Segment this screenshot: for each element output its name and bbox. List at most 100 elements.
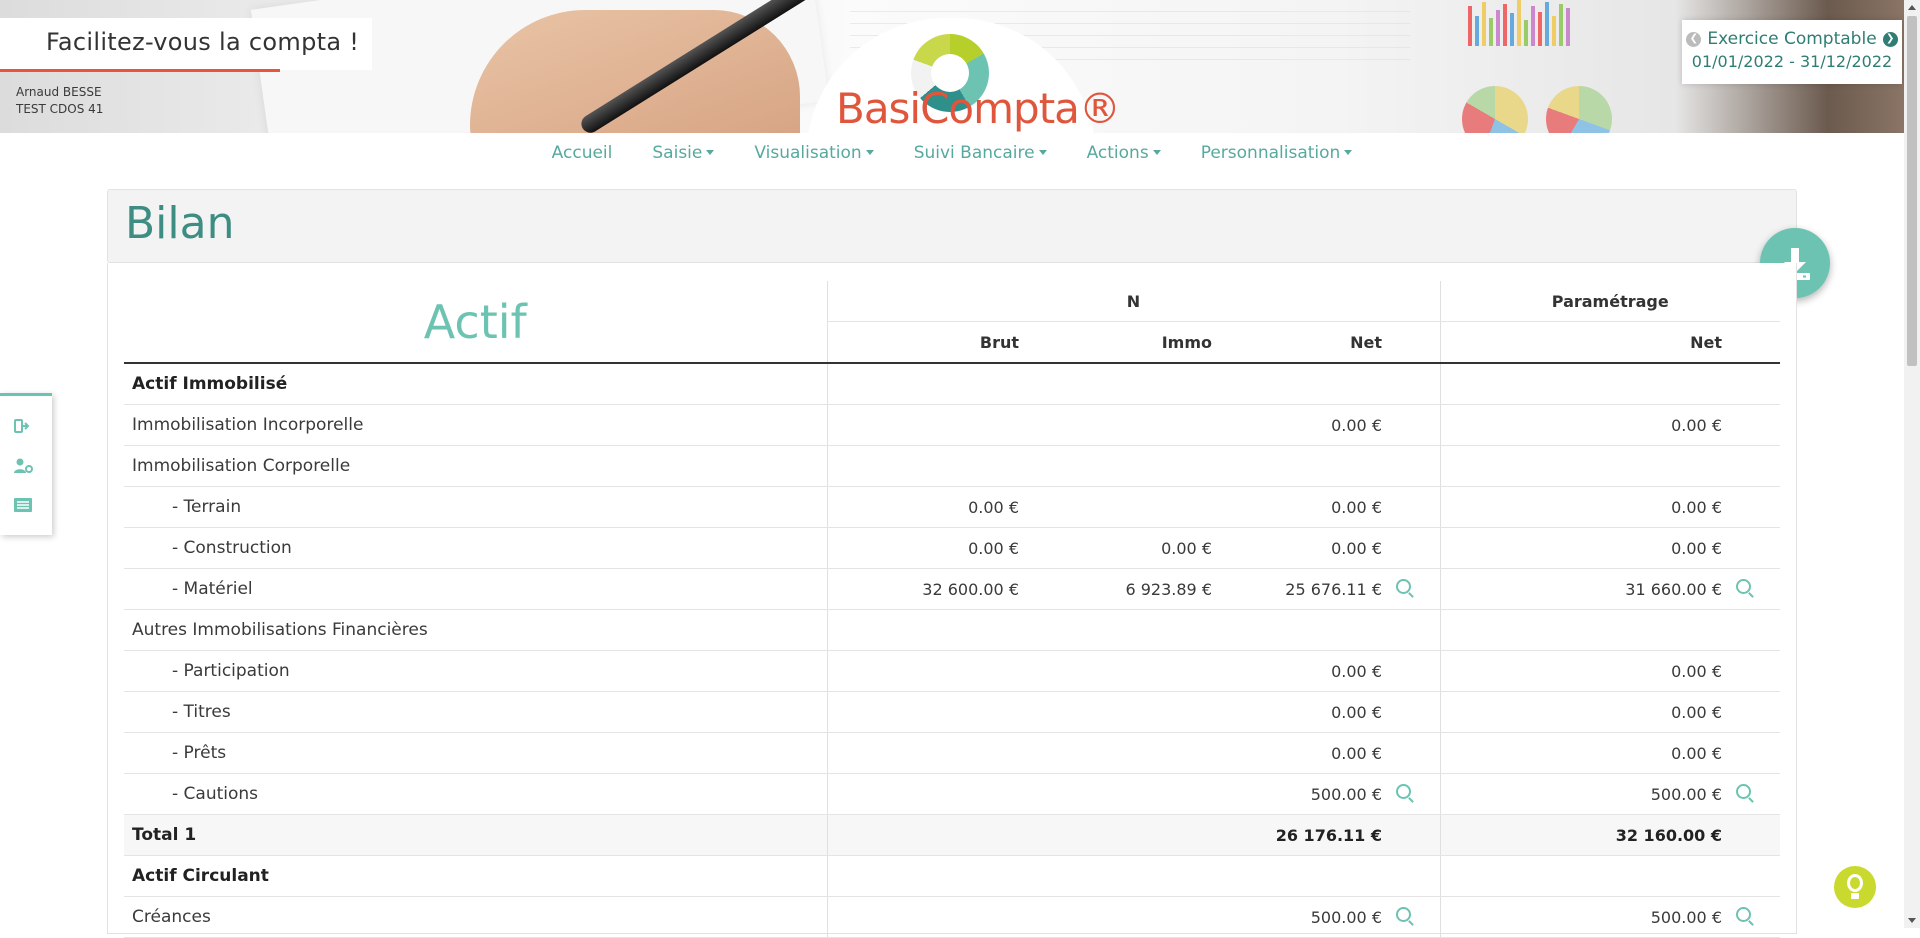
cell-net: 0.00 € [1220,691,1390,733]
column-group-n: N [826,281,1440,322]
cell-net: 500.00 € [1220,896,1390,938]
cell-net [1220,363,1390,405]
cell-net-action [1390,445,1440,487]
cell-param-action [1730,445,1780,487]
nav-saisie[interactable]: Saisie [632,133,734,173]
page-scrollbar[interactable] [1904,0,1920,928]
cell-net [1220,609,1390,651]
table-row: - Participation 0.00 € 0.00 € [124,650,1780,692]
nav-personnalisation[interactable]: Personnalisation [1181,133,1373,173]
tagline-text: Facilitez-vous la compta ! [46,28,360,56]
zoom-param-icon[interactable] [1736,907,1751,922]
cell-param-net: 500.00 € [1439,896,1730,938]
cell-net-action [1390,732,1440,774]
cell-net [1220,855,1390,897]
cell-param-net: 0.00 € [1439,691,1730,733]
cell-net: 0.00 € [1220,404,1390,446]
help-lightbulb-icon[interactable] [1834,866,1876,908]
cell-brut [826,363,1027,405]
cell-net: 0.00 € [1220,732,1390,774]
logout-icon[interactable] [14,418,32,438]
column-header-param-net: Net [1439,321,1730,364]
row-label: - Terrain [124,486,827,528]
cell-immo [1027,732,1220,774]
table-row: Autres Immobilisations Financières [124,609,1780,651]
table-row: Actif Circulant [124,855,1780,897]
cell-param-action [1730,732,1780,774]
cell-net [1220,445,1390,487]
zoom-net-icon[interactable] [1396,784,1411,799]
cell-net-action [1390,404,1440,446]
cell-param-net [1439,855,1730,897]
cell-immo [1027,896,1220,938]
zoom-net-icon[interactable] [1396,579,1411,594]
main-navigation: Accueil Saisie Visualisation Suivi Banca… [0,133,1904,173]
zoom-net-icon[interactable] [1396,907,1411,922]
tagline-underline [0,69,280,72]
cell-immo [1027,609,1220,651]
nav-visualisation[interactable]: Visualisation [734,133,893,173]
cell-net: 0.00 € [1220,527,1390,569]
column-header-brut: Brut [826,321,1027,364]
cell-param-net: 32 160.00 € [1439,814,1730,856]
nav-actions[interactable]: Actions [1067,133,1181,173]
table-row: - Terrain 0.00 €0.00 €0.00 € [124,486,1780,528]
section-title-actif: Actif [124,281,827,364]
previous-exercise-icon[interactable]: ❮ [1686,31,1702,47]
table-row: - Prêts 0.00 € 0.00 € [124,732,1780,774]
cell-net-action [1390,527,1440,569]
cell-net: 0.00 € [1220,486,1390,528]
cell-brut [826,650,1027,692]
table-row: - Titres 0.00 € 0.00 € [124,691,1780,733]
cell-brut [826,855,1027,897]
row-label: Créances [124,896,827,938]
cell-immo [1027,486,1220,528]
cell-net-action [1390,568,1440,610]
cell-param-action [1730,773,1780,815]
table-row: Immobilisation Incorporelle 0.00 € 0.00 € [124,404,1780,446]
nav-suivi-bancaire[interactable]: Suivi Bancaire [894,133,1067,173]
row-label: Actif Immobilisé [124,363,827,405]
cell-brut: 32 600.00 € [826,568,1027,610]
zoom-param-icon[interactable] [1736,579,1751,594]
exercise-selector: ❮ Exercice Comptable ❯ 01/01/2022 - 31/1… [1682,20,1902,84]
cell-net-action [1390,855,1440,897]
table-row: - Cautions 500.00 € 500.00 € [124,773,1780,815]
cell-net: 26 176.11 € [1220,814,1390,856]
cell-net-action [1390,773,1440,815]
row-label: - Matériel [124,568,827,610]
cell-immo [1027,814,1220,856]
scrollbar-thumb[interactable] [1907,16,1917,366]
cell-param-action [1730,896,1780,938]
cell-immo: 0.00 € [1027,527,1220,569]
cell-param-action [1730,650,1780,692]
nav-accueil[interactable]: Accueil [532,133,633,173]
cell-immo [1027,650,1220,692]
cell-net-action [1390,896,1440,938]
row-label: Immobilisation Corporelle [124,445,827,487]
row-label: - Construction [124,527,827,569]
cell-brut: 0.00 € [826,486,1027,528]
exercise-label: Exercice Comptable [1707,29,1877,49]
cell-brut [826,404,1027,446]
cell-brut: 0.00 € [826,527,1027,569]
list-icon[interactable] [14,498,32,516]
user-settings-icon[interactable] [14,458,34,478]
row-label: Autres Immobilisations Financières [124,609,827,651]
cell-immo [1027,363,1220,405]
cell-brut [826,609,1027,651]
cell-net: 25 676.11 € [1220,568,1390,610]
cell-param-action [1730,527,1780,569]
cell-param-net: 31 660.00 € [1439,568,1730,610]
cell-param-net [1439,363,1730,405]
cell-param-action [1730,609,1780,651]
exercise-period: 01/01/2022 - 31/12/2022 [1691,52,1893,71]
zoom-param-icon[interactable] [1736,784,1751,799]
next-exercise-icon[interactable]: ❯ [1882,31,1898,47]
cell-param-net: 500.00 € [1439,773,1730,815]
cell-immo [1027,855,1220,897]
row-label: - Participation [124,650,827,692]
cell-net: 0.00 € [1220,650,1390,692]
cell-net: 500.00 € [1220,773,1390,815]
row-label: - Prêts [124,732,827,774]
